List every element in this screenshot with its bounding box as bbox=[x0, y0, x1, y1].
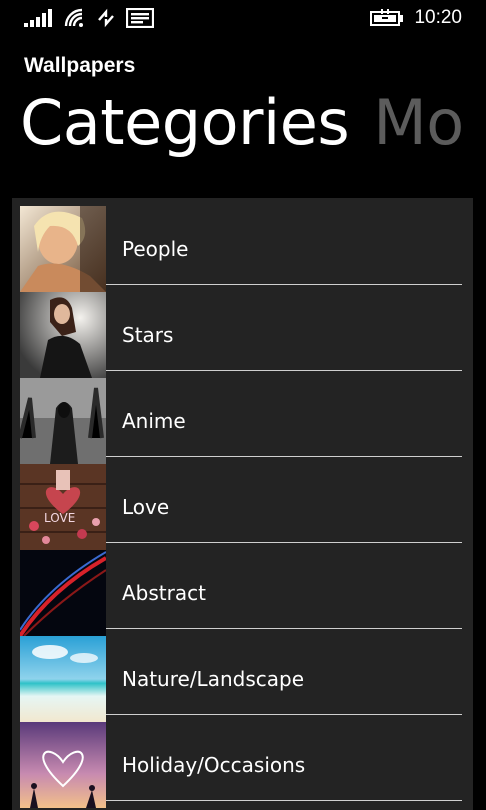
status-icons-right: 10:20 bbox=[370, 6, 462, 30]
category-label: Love bbox=[122, 495, 170, 519]
category-thumbnail bbox=[20, 378, 106, 464]
data-transfer-icon bbox=[96, 8, 116, 28]
category-thumbnail: LOVE bbox=[20, 464, 106, 550]
wifi-icon bbox=[64, 8, 86, 28]
clock: 10:20 bbox=[414, 7, 462, 28]
battery-charging-icon bbox=[370, 9, 404, 27]
message-icon bbox=[126, 8, 154, 28]
category-label: Nature/Landscape bbox=[122, 667, 305, 691]
category-thumbnail bbox=[20, 292, 106, 378]
category-thumbnail bbox=[20, 722, 106, 808]
category-thumbnail bbox=[20, 206, 106, 292]
category-label: People bbox=[122, 237, 189, 261]
list-divider bbox=[106, 799, 462, 801]
category-label: Abstract bbox=[122, 581, 206, 605]
pivot-header: Categories Mo bbox=[20, 86, 464, 159]
signal-icon bbox=[24, 9, 54, 27]
svg-text:LOVE: LOVE bbox=[44, 511, 75, 525]
category-label: Stars bbox=[122, 323, 174, 347]
category-item-anime[interactable]: Anime bbox=[20, 370, 462, 464]
category-label: Anime bbox=[122, 409, 186, 433]
category-item-people[interactable]: People bbox=[20, 198, 462, 292]
status-bar: 10:20 bbox=[0, 0, 486, 36]
category-item-holiday-occasions[interactable]: Holiday/Occasions bbox=[20, 714, 462, 808]
app-title: Wallpapers bbox=[24, 54, 136, 77]
category-item-stars[interactable]: Stars bbox=[20, 284, 462, 378]
pivot-item-next[interactable]: Mo bbox=[373, 86, 464, 159]
category-label: Holiday/Occasions bbox=[122, 753, 306, 777]
category-item-love[interactable]: LOVE Love bbox=[20, 456, 462, 550]
category-thumbnail bbox=[20, 636, 106, 722]
pivot-item-categories[interactable]: Categories bbox=[20, 86, 350, 159]
category-thumbnail bbox=[20, 550, 106, 636]
status-icons-left bbox=[24, 8, 154, 28]
category-item-abstract[interactable]: Abstract bbox=[20, 542, 462, 636]
category-item-nature-landscape[interactable]: Nature/Landscape bbox=[20, 628, 462, 722]
category-list: People Stars Anime LOVE Love Abstract Na… bbox=[12, 198, 473, 810]
